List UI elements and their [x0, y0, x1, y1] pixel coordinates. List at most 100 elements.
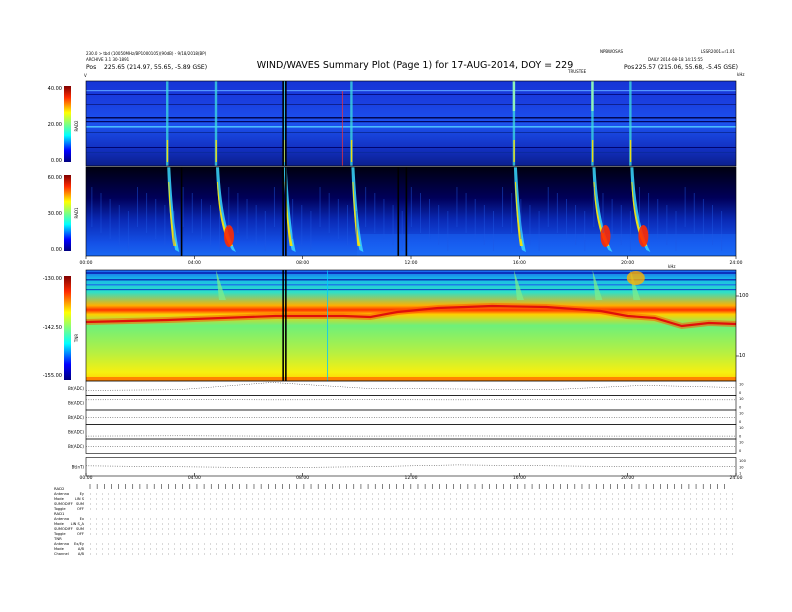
status-value: SUM	[76, 527, 84, 531]
rad1-faint-streak	[401, 211, 403, 251]
rad1-faint-streak	[429, 199, 431, 239]
tnr-ytick-mid: -142.50	[43, 325, 62, 331]
rad1-faint-streak	[675, 211, 677, 251]
rad1-faint-streak	[246, 199, 248, 239]
marker-right: kHz	[737, 72, 744, 77]
status-value: LIN S	[75, 497, 85, 501]
rad1-faint-streak	[191, 193, 193, 233]
status-key: Channel	[54, 552, 69, 556]
rad1-faint-streak	[127, 211, 129, 251]
hk-row-tick: 0	[739, 449, 742, 453]
rad1-faint-streak	[602, 193, 604, 233]
rad1-faint-streak	[219, 211, 221, 251]
status-value: OFF	[77, 507, 84, 511]
rad2-data-gap	[282, 81, 284, 166]
rad1-faint-streak	[100, 193, 102, 233]
tnr-spectrogram	[85, 269, 739, 382]
rad1-faint-streak	[556, 193, 558, 233]
rad1-faint-streak	[566, 199, 567, 239]
status-section-header: RAD2	[54, 486, 65, 491]
rad1-faint-streak	[438, 205, 440, 245]
rad1-faint-streak	[620, 205, 622, 245]
rad2-band	[86, 126, 736, 128]
marker-mid: TRUSTEE	[567, 69, 587, 74]
rad2-ytick-bottom: 0.00	[51, 158, 62, 164]
rad2-spectrogram	[85, 80, 737, 167]
rad1-faint-streak	[657, 199, 659, 239]
time-axis-label: 08:00	[296, 260, 309, 266]
rad1-faint-streak	[721, 211, 723, 251]
rad2-burst-top	[591, 81, 594, 111]
rad2-band	[86, 90, 736, 92]
rad1-faint-streak	[292, 199, 294, 239]
rad1-faint-streak	[456, 187, 458, 227]
rad2-band	[86, 147, 736, 148]
rad2-band	[86, 94, 736, 95]
housekeeping-panels: Bt(ADC)100Bt(ADC)100Bt(ADC)100Bt(ADC)100…	[68, 380, 747, 477]
rad1-faint-streak	[237, 193, 239, 233]
rad1-faint-streak	[511, 193, 513, 233]
rad1-faint-streak	[419, 193, 421, 233]
status-key: Mode	[54, 522, 65, 526]
hk-row-tick: 0	[739, 391, 742, 395]
status-section-header: TNR	[53, 536, 62, 541]
time-axis-label: 00:00	[80, 475, 93, 481]
rad1-faint-streak	[173, 211, 175, 251]
status-key: Mode	[54, 547, 65, 551]
time-axis-label: 16:00	[513, 260, 526, 266]
hk-row-label: Bt(ADC)	[68, 429, 84, 434]
rad1-faint-streak	[639, 187, 640, 227]
status-value: OFF	[77, 532, 84, 536]
rad2-band	[86, 121, 736, 123]
time-axis-label: 04:00	[188, 260, 201, 266]
rad2-burst-core	[215, 140, 217, 162]
rad1-faint-streak	[593, 187, 595, 227]
rad2-spike	[341, 91, 343, 166]
rad2-band	[86, 152, 736, 153]
rad1-faint-streak	[584, 211, 586, 251]
header-right-line2: DAILY 2014-08-18 14:15:55	[648, 57, 703, 62]
rad1-faint-streak	[356, 211, 358, 251]
hk-row-label: Bt(ADC)	[68, 386, 84, 391]
rad1-faint-streak	[346, 205, 348, 245]
tnr-ylabel: TNR	[74, 334, 79, 343]
header-right-top-left: NPBWOSAS	[600, 49, 623, 54]
status-value: Ex	[80, 517, 85, 521]
housekeeping-time-axis: 00:00 04:00 08:00 12:00 16:00 20:00 24:00	[80, 473, 743, 481]
rad1-faint-streak	[264, 211, 266, 251]
hk-row-label: Bt(ADC)	[68, 400, 84, 405]
rad1-faint-streak	[474, 199, 476, 239]
time-axis-label: 04:00	[188, 475, 201, 481]
rad2-ytick-mid: 20.00	[48, 122, 62, 128]
rad1-faint-streak	[666, 205, 668, 245]
rad1-faint-streak	[702, 199, 704, 239]
rad2-data-gap	[285, 81, 287, 166]
header-right-top-right: LSSR2001=r1.01	[701, 49, 736, 54]
hk-row-label: Bt(nT)	[72, 464, 85, 469]
rad1-faint-streak	[520, 199, 522, 239]
rad1-faint-streak	[273, 187, 275, 227]
rad1-faint-streak	[392, 205, 394, 245]
rad2-background	[86, 81, 736, 166]
status-key: SUMODIFF	[54, 502, 73, 506]
rad1-faint-streak	[365, 187, 367, 227]
rad1-faint-streak	[337, 199, 339, 239]
hk-row-frame	[85, 395, 737, 411]
status-key: SUMODIFF	[54, 527, 73, 531]
rad1-faint-streak	[118, 205, 120, 245]
hk-row-label: Bt(ADC)	[68, 444, 84, 449]
rad1-faint-streak	[493, 211, 494, 251]
rad2-colorbar	[64, 86, 71, 162]
tnr-background	[86, 270, 736, 381]
status-value: A/B	[78, 552, 85, 556]
rad1-faint-streak	[538, 211, 540, 251]
rad1-faint-streak	[146, 193, 148, 233]
hk-row-label: Bt(ADC)	[68, 415, 84, 420]
rad1-faint-streak	[648, 193, 650, 233]
rad-time-axis: 00:00 04:00 08:00 12:00 16:00 20:00 24:00	[80, 256, 743, 266]
rad1-faint-streak	[684, 187, 686, 227]
header-right-pos-label: Pos	[624, 64, 634, 71]
status-block: RAD2Antenna EyMode LIN SSUMODIFF SUMToggle O…	[53, 484, 736, 556]
rad2-burst-core	[166, 140, 169, 162]
rad2-ylabel: RAD2	[74, 120, 79, 131]
